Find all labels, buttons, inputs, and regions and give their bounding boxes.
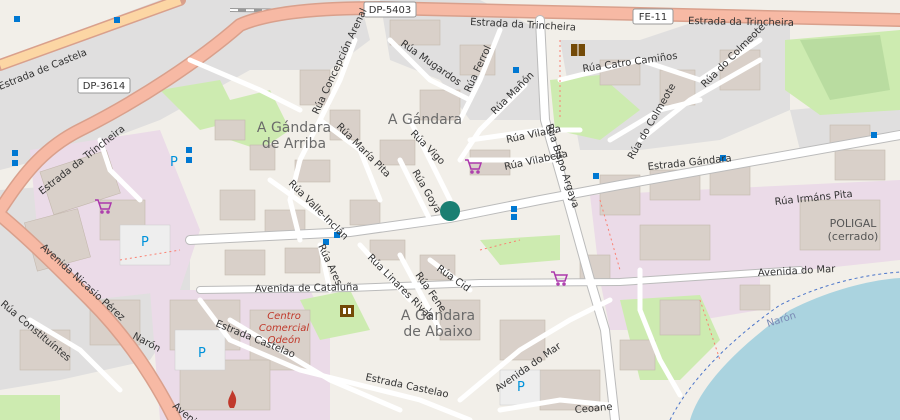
parking-icon[interactable]: P: [198, 346, 206, 361]
parking-icon[interactable]: P: [141, 235, 149, 250]
bus-stop-icon[interactable]: [114, 17, 120, 23]
library-icon[interactable]: [571, 44, 585, 56]
bus-stop-icon[interactable]: [593, 173, 599, 179]
bus-stop-icon[interactable]: [186, 147, 192, 153]
bus-stop-icon[interactable]: [12, 160, 18, 166]
bus-stop-icon[interactable]: [186, 157, 192, 163]
district-label: A Gándara: [257, 120, 331, 136]
shield-dp3614: DP-3614: [77, 77, 131, 94]
parking-icon[interactable]: P: [517, 380, 525, 395]
poi-label: Centro: [267, 311, 301, 322]
bus-stop-icon[interactable]: [513, 67, 519, 73]
district-label: A Gándara: [388, 112, 462, 128]
poi-label: (cerrado): [828, 230, 879, 243]
location-marker[interactable]: [440, 201, 460, 221]
poi-label: POLIGAL: [830, 217, 878, 230]
bus-stop-icon[interactable]: [12, 150, 18, 156]
district-label: de Abaixo: [403, 324, 472, 340]
shield-label: FE-11: [639, 12, 667, 23]
map-canvas[interactable]: P P P P DP-5403 DP-3614 FE-11 A Gándara …: [0, 0, 900, 420]
shield-label: DP-3614: [83, 81, 126, 92]
parking-icon[interactable]: P: [170, 155, 178, 170]
map-layer: P P P P DP-5403 DP-3614 FE-11 A Gándara …: [0, 0, 900, 420]
district-label: de Arriba: [262, 136, 326, 152]
shield-fe11: FE-11: [632, 8, 674, 25]
poi-label: Comercial: [259, 323, 310, 334]
street-label: Avenida de Cataluña: [255, 282, 359, 295]
shield-label: DP-5403: [369, 5, 412, 16]
bus-stop-icon[interactable]: [511, 206, 517, 212]
bus-stop-icon[interactable]: [871, 132, 877, 138]
bus-stop-icon[interactable]: [14, 16, 20, 22]
bus-stop-icon[interactable]: [511, 214, 517, 220]
shield-dp5403: DP-5403: [363, 1, 417, 18]
cinema-icon[interactable]: [340, 305, 354, 317]
street-label: Estrada da Trincheira: [688, 16, 794, 29]
